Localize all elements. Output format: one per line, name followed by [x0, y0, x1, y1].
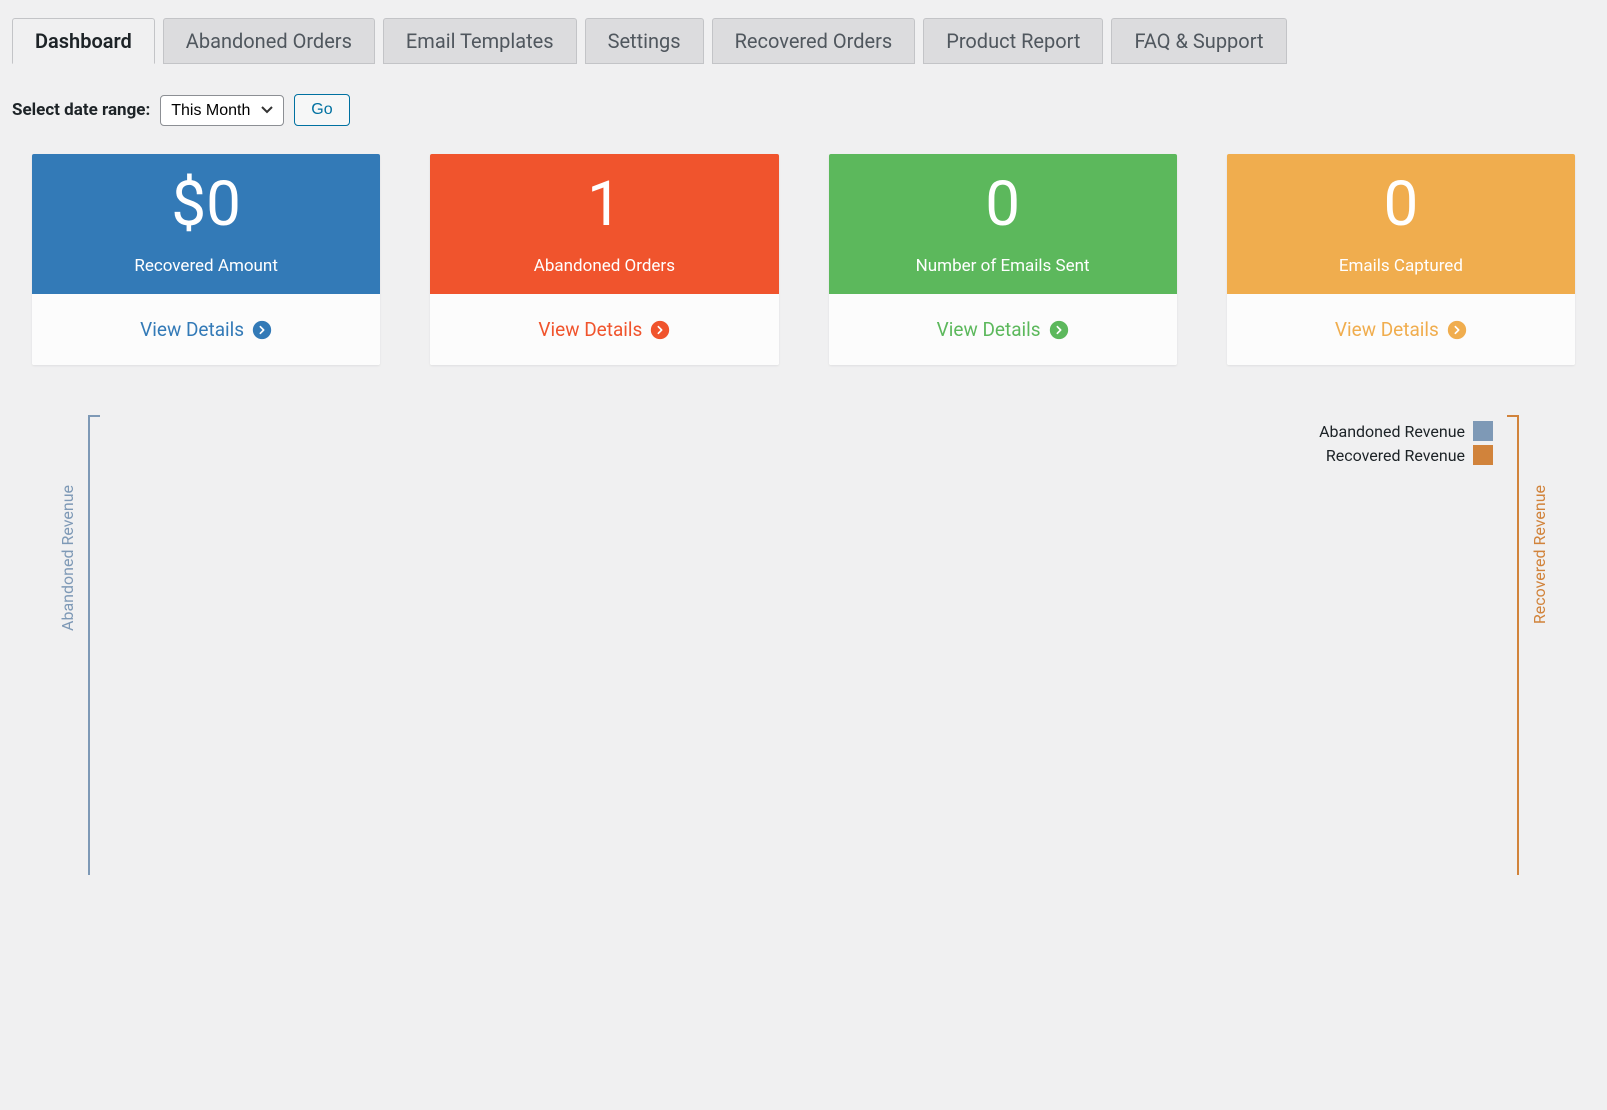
stat-card-0: $0 Recovered Amount View Details [32, 154, 380, 365]
stat-cards: $0 Recovered Amount View Details 1 Abandoned… [12, 154, 1595, 365]
date-range-controls: Select date range: This Month Go [12, 94, 1595, 126]
tab-abandoned-orders[interactable]: Abandoned Orders [163, 18, 375, 64]
stat-label: Emails Captured [1227, 256, 1575, 276]
legend-item: Recovered Revenue [1319, 445, 1493, 465]
y-axis-right-label: Recovered Revenue [1530, 485, 1549, 624]
chart-legend: Abandoned Revenue Recovered Revenue [1319, 421, 1493, 469]
stat-label: Recovered Amount [32, 256, 380, 276]
legend-swatch [1473, 445, 1493, 465]
tab-product-report[interactable]: Product Report [923, 18, 1103, 64]
legend-swatch [1473, 421, 1493, 441]
arrow-right-circle-icon [252, 320, 272, 340]
stat-card-1: 1 Abandoned Orders View Details [430, 154, 778, 365]
revenue-chart: Abandoned Revenue Recovered Revenue Aban… [52, 415, 1555, 875]
date-range-label: Select date range: [12, 100, 150, 120]
stat-value: 0 [829, 168, 1177, 242]
tab-recovered-orders[interactable]: Recovered Orders [712, 18, 916, 64]
stat-label: Number of Emails Sent [829, 256, 1177, 276]
view-details-link[interactable]: View Details [140, 318, 272, 341]
tab-bar: DashboardAbandoned OrdersEmail Templates… [12, 18, 1595, 64]
view-details-link[interactable]: View Details [937, 318, 1069, 341]
view-details-link[interactable]: View Details [1335, 318, 1467, 341]
view-details-link[interactable]: View Details [538, 318, 670, 341]
tab-email-templates[interactable]: Email Templates [383, 18, 577, 64]
tab-dashboard[interactable]: Dashboard [12, 18, 155, 64]
stat-card-top: $0 Recovered Amount [32, 154, 380, 294]
stat-card-3: 0 Emails Captured View Details [1227, 154, 1575, 365]
arrow-right-circle-icon [650, 320, 670, 340]
stat-card-top: 0 Emails Captured [1227, 154, 1575, 294]
date-range-select[interactable]: This Month [160, 95, 284, 126]
go-button[interactable]: Go [294, 94, 349, 126]
legend-item: Abandoned Revenue [1319, 421, 1493, 441]
stat-value: 1 [430, 168, 778, 242]
tab-faq-support[interactable]: FAQ & Support [1111, 18, 1286, 64]
stat-card-bottom: View Details [1227, 294, 1575, 365]
tab-settings[interactable]: Settings [585, 18, 704, 64]
stat-value: 0 [1227, 168, 1575, 242]
arrow-right-circle-icon [1447, 320, 1467, 340]
stat-card-bottom: View Details [32, 294, 380, 365]
stat-card-2: 0 Number of Emails Sent View Details [829, 154, 1177, 365]
arrow-right-circle-icon [1049, 320, 1069, 340]
view-details-label: View Details [937, 318, 1041, 341]
y-axis-left-label: Abandoned Revenue [58, 485, 77, 631]
stat-card-bottom: View Details [829, 294, 1177, 365]
view-details-label: View Details [1335, 318, 1439, 341]
view-details-label: View Details [140, 318, 244, 341]
stat-card-top: 0 Number of Emails Sent [829, 154, 1177, 294]
stat-card-bottom: View Details [430, 294, 778, 365]
y-axis-left [88, 415, 90, 875]
stat-card-top: 1 Abandoned Orders [430, 154, 778, 294]
stat-value: $0 [32, 168, 380, 242]
stat-label: Abandoned Orders [430, 256, 778, 276]
y-axis-right [1517, 415, 1519, 875]
view-details-label: View Details [538, 318, 642, 341]
legend-label: Recovered Revenue [1326, 446, 1465, 465]
legend-label: Abandoned Revenue [1319, 422, 1465, 441]
